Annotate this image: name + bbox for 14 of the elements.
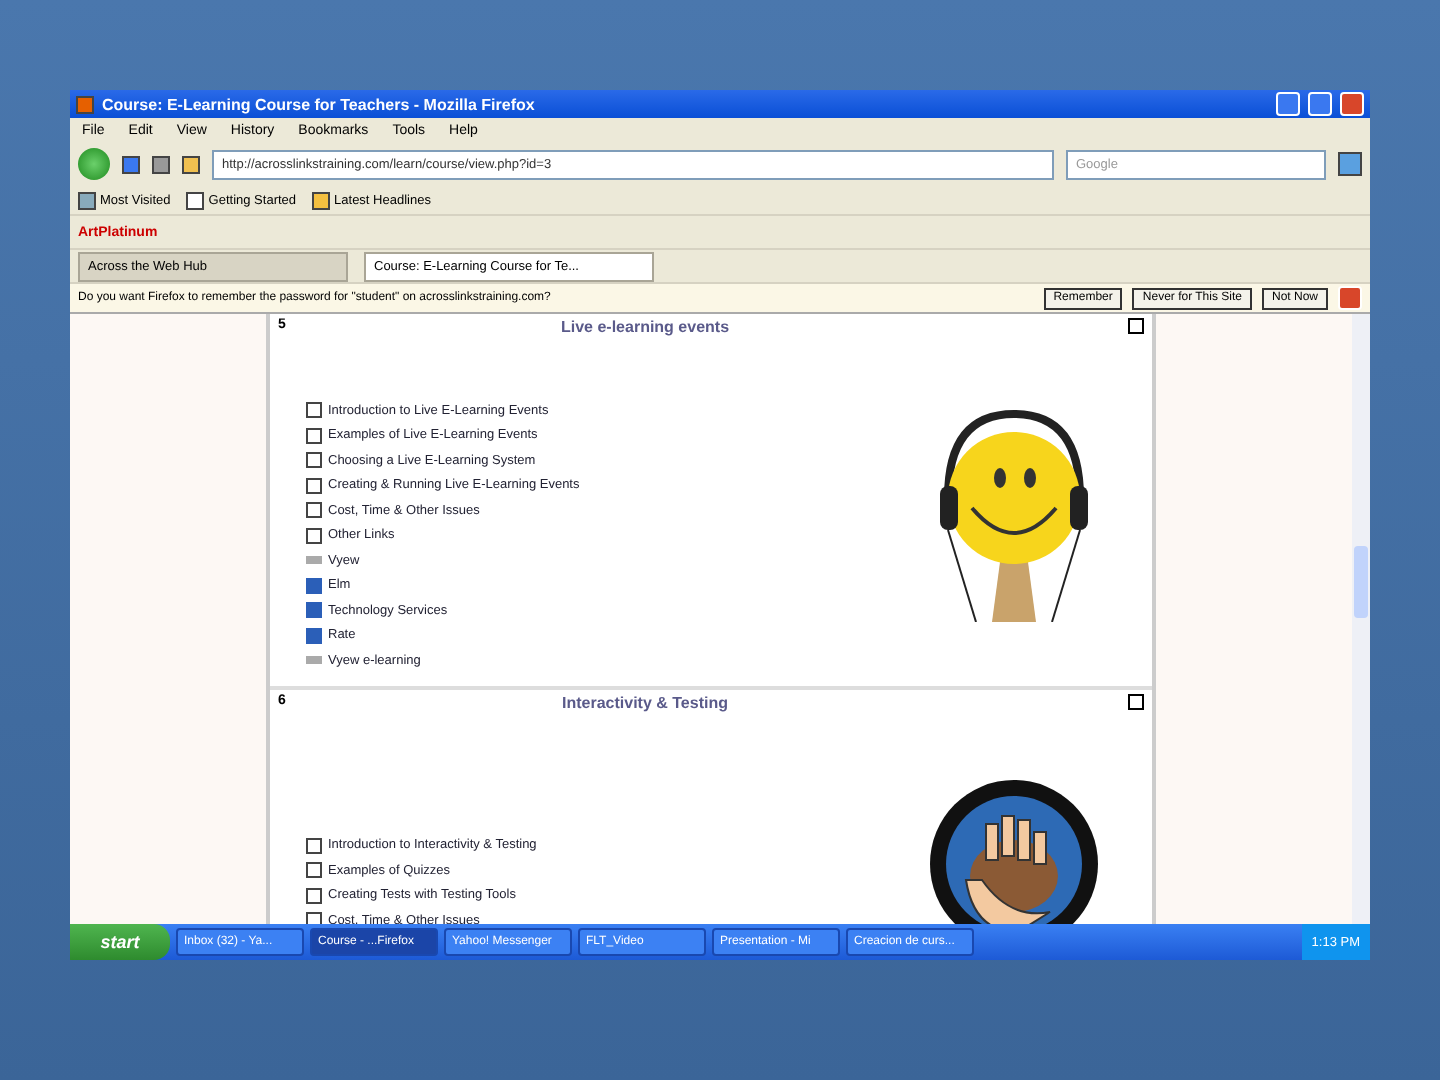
checkbox-icon[interactable] xyxy=(1128,694,1144,710)
scrollbar[interactable] xyxy=(1352,314,1370,924)
section-title: Live e-learning events xyxy=(560,318,730,340)
window-title: Course: E-Learning Course for Teachers - Mozilla Firefox xyxy=(102,95,537,113)
back-button[interactable] xyxy=(78,148,110,180)
section-title: Interactivity & Testing xyxy=(562,694,728,716)
close-button[interactable] xyxy=(1340,92,1364,116)
link-icon xyxy=(306,656,322,664)
minimize-button[interactable] xyxy=(1276,92,1300,116)
checkbox-icon[interactable] xyxy=(1128,318,1144,334)
link-icon xyxy=(306,556,322,564)
close-button[interactable] xyxy=(1338,286,1362,310)
document-icon xyxy=(186,191,205,209)
maximize-button[interactable] xyxy=(1308,92,1332,116)
